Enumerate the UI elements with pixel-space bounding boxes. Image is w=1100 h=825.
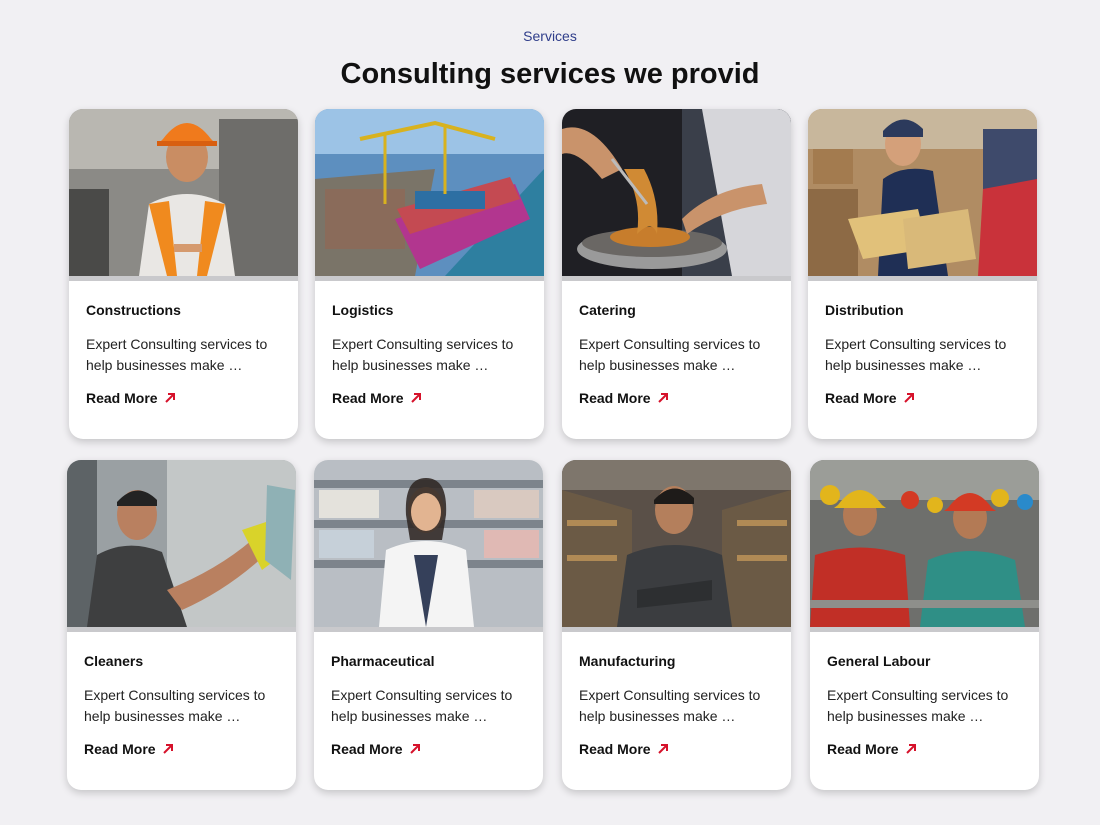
card-description: Expert Consulting services to help busin… [827, 687, 1009, 724]
service-card-catering: Catering Expert Consulting services to h… [562, 109, 791, 439]
read-more-link[interactable]: Read More [825, 390, 915, 406]
card-title: Catering [579, 302, 636, 318]
arrow-up-right-icon [409, 744, 420, 754]
read-more-link[interactable]: Read More [86, 390, 176, 406]
arrow-up-right-icon [657, 744, 668, 754]
arrow-up-right-icon [164, 393, 175, 403]
page-title: Consulting services we provid [340, 58, 760, 90]
arrow-up-right-icon [905, 744, 916, 754]
workers-group-photo [810, 460, 1039, 632]
services-eyebrow: Services [523, 28, 577, 44]
warehouse-delivery-photo [808, 109, 1037, 281]
read-more-link[interactable]: Read More [331, 741, 421, 757]
arrow-up-right-icon [410, 393, 421, 403]
read-more-link[interactable]: Read More [332, 390, 422, 406]
arrow-up-right-icon [162, 744, 173, 754]
card-title: Cleaners [84, 653, 144, 669]
read-more-link[interactable]: Read More [579, 390, 669, 406]
factory-worker-photo [562, 460, 791, 632]
service-card-cleaners: Cleaners Expert Consulting services to h… [67, 460, 296, 790]
card-title: Manufacturing [579, 653, 676, 669]
service-card-logistics: Logistics Expert Consulting services to … [315, 109, 544, 439]
card-title: Pharmaceutical [331, 653, 435, 669]
card-description: Expert Consulting services to help busin… [825, 336, 1007, 373]
card-description: Expert Consulting services to help busin… [332, 336, 514, 373]
arrow-up-right-icon [903, 393, 914, 403]
card-title: Logistics [332, 302, 394, 318]
read-more-label: Read More [86, 390, 158, 406]
read-more-label: Read More [332, 390, 404, 406]
read-more-link[interactable]: Read More [579, 741, 669, 757]
read-more-link[interactable]: Read More [827, 741, 917, 757]
read-more-label: Read More [825, 390, 897, 406]
card-title: Distribution [825, 302, 904, 318]
read-more-label: Read More [579, 390, 651, 406]
window-cleaner-photo [67, 460, 296, 632]
service-card-pharmaceutical: Pharmaceutical Expert Consulting service… [314, 460, 543, 790]
pharmacist-photo [314, 460, 543, 632]
container-ship-photo [315, 109, 544, 281]
chef-cooking-photo [562, 109, 791, 281]
card-description: Expert Consulting services to help busin… [331, 687, 513, 724]
service-card-manufacturing: Manufacturing Expert Consulting services… [562, 460, 791, 790]
card-description: Expert Consulting services to help busin… [579, 336, 761, 373]
service-card-general-labour: General Labour Expert Consulting service… [810, 460, 1039, 790]
read-more-link[interactable]: Read More [84, 741, 174, 757]
service-card-distribution: Distribution Expert Consulting services … [808, 109, 1037, 439]
read-more-label: Read More [579, 741, 651, 757]
card-description: Expert Consulting services to help busin… [579, 687, 761, 724]
card-title: Constructions [86, 302, 181, 318]
card-description: Expert Consulting services to help busin… [86, 336, 268, 373]
service-card-constructions: Constructions Expert Consulting services… [69, 109, 298, 439]
arrow-up-right-icon [657, 393, 668, 403]
read-more-label: Read More [827, 741, 899, 757]
construction-worker-photo [69, 109, 298, 281]
card-title: General Labour [827, 653, 931, 669]
card-description: Expert Consulting services to help busin… [84, 687, 266, 724]
read-more-label: Read More [331, 741, 403, 757]
read-more-label: Read More [84, 741, 156, 757]
